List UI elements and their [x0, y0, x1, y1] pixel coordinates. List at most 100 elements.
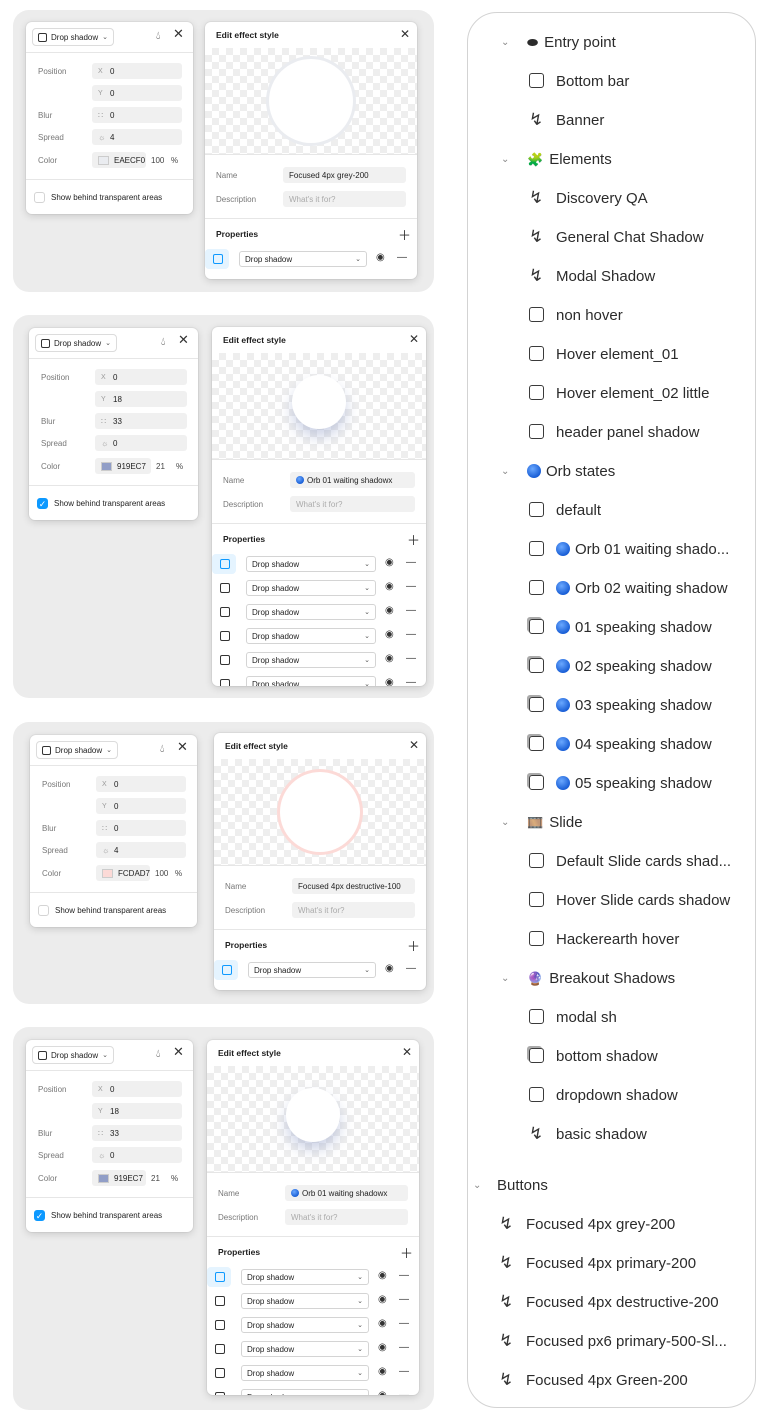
visibility-eye-icon[interactable]: ◉ — [385, 653, 394, 664]
color-swatch[interactable] — [98, 1173, 109, 1183]
add-property-icon[interactable]: ＋ — [407, 530, 420, 549]
remove-minus-icon[interactable]: — — [399, 1366, 409, 1377]
property-type-dropdown[interactable]: Drop shadow⌄ — [246, 652, 376, 668]
style-list-item[interactable]: dropdown shadow — [468, 1083, 755, 1107]
style-list-item[interactable]: ↯ Focused 4px grey-200 — [468, 1212, 755, 1236]
effect-type-dropdown[interactable]: Drop shadow ⌄ — [32, 28, 115, 46]
blur-field[interactable]: ∷ 0 — [96, 820, 186, 836]
opacity-drop-icon[interactable]: 💧︎ — [156, 29, 160, 43]
chevron-down-icon[interactable]: ⌄ — [501, 154, 509, 165]
spread-field[interactable]: ☼ 0 — [95, 435, 187, 451]
remove-minus-icon[interactable]: — — [406, 581, 416, 592]
opacity-drop-icon[interactable]: 💧︎ — [161, 335, 165, 349]
shadow-y-field[interactable]: Y0 — [96, 798, 186, 814]
blur-field[interactable]: ∷ 0 — [92, 107, 182, 123]
drop-shadow-icon[interactable] — [220, 559, 230, 569]
visibility-eye-icon[interactable]: ◉ — [385, 581, 394, 592]
close-icon[interactable]: ✕ — [402, 1045, 412, 1059]
style-description-input[interactable]: What's it for? — [285, 1209, 408, 1225]
close-icon[interactable]: ✕ — [178, 333, 189, 347]
remove-minus-icon[interactable]: — — [406, 629, 416, 640]
remove-minus-icon[interactable]: — — [399, 1294, 409, 1305]
opacity-drop-icon[interactable]: 💧︎ — [160, 742, 164, 756]
color-field[interactable]: 919EC7 — [92, 1170, 146, 1186]
visibility-eye-icon[interactable]: ◉ — [378, 1390, 387, 1395]
effect-type-dropdown[interactable]: Drop shadow ⌄ — [32, 1046, 115, 1064]
property-type-dropdown[interactable]: Drop shadow⌄ — [246, 676, 376, 686]
spread-field[interactable]: ☼ 4 — [96, 842, 186, 858]
property-type-dropdown[interactable]: Drop shadow⌄ — [246, 556, 376, 572]
style-list-item[interactable]: 05 speaking shadow — [468, 771, 755, 795]
close-icon[interactable]: ✕ — [173, 1045, 184, 1059]
blur-field[interactable]: ∷ 33 — [92, 1125, 182, 1141]
drop-shadow-icon[interactable] — [215, 1368, 225, 1378]
visibility-eye-icon[interactable]: ◉ — [385, 605, 394, 616]
shadow-y-field[interactable]: Y0 — [92, 85, 182, 101]
visibility-eye-icon[interactable]: ◉ — [385, 629, 394, 640]
close-icon[interactable]: ✕ — [177, 740, 188, 754]
remove-minus-icon[interactable]: — — [399, 1342, 409, 1353]
show-behind-checkbox[interactable]: ✓ — [37, 498, 48, 509]
style-list-item[interactable]: ↯ Focused 4px destructive-200 — [468, 1290, 755, 1314]
property-type-dropdown[interactable]: Drop shadow⌄ — [241, 1365, 369, 1381]
remove-minus-icon[interactable]: — — [399, 1390, 409, 1395]
remove-minus-icon[interactable]: — — [406, 963, 416, 974]
style-list-item[interactable]: non hover — [468, 303, 755, 327]
style-list-item[interactable]: ↯ Focused 4px Green-200 — [468, 1368, 755, 1392]
drop-shadow-icon[interactable] — [215, 1272, 225, 1282]
add-property-icon[interactable]: ＋ — [398, 225, 411, 244]
style-list-item[interactable]: 01 speaking shadow — [468, 615, 755, 639]
style-name-input[interactable]: Orb 01 waiting shadowx — [285, 1185, 408, 1201]
shadow-x-field[interactable]: X0 — [92, 63, 182, 79]
chevron-down-icon[interactable]: ⌄ — [501, 37, 509, 48]
style-list-item[interactable]: Bottom bar — [468, 69, 755, 93]
style-list-item[interactable]: Hackerearth hover — [468, 927, 755, 951]
style-list-item[interactable]: bottom shadow — [468, 1044, 755, 1068]
drop-shadow-icon[interactable] — [220, 631, 230, 641]
style-list-item[interactable]: Hover Slide cards shadow — [468, 888, 755, 912]
remove-minus-icon[interactable]: — — [406, 557, 416, 568]
visibility-eye-icon[interactable]: ◉ — [378, 1318, 387, 1329]
shadow-y-field[interactable]: Y 18 — [92, 1103, 182, 1119]
style-list-item[interactable]: ↯ General Chat Shadow — [468, 225, 755, 249]
close-icon[interactable]: ✕ — [173, 27, 184, 41]
style-name-input[interactable]: Orb 01 waiting shadowx — [290, 472, 415, 488]
style-list-item[interactable]: Orb 01 waiting shado... — [468, 537, 755, 561]
spread-field[interactable]: ☼ 4 — [92, 129, 182, 145]
chevron-down-icon[interactable]: ⌄ — [501, 466, 509, 477]
style-group-header[interactable]: ⌄ 🔮 Breakout Shadows — [468, 966, 755, 990]
property-type-dropdown[interactable]: Drop shadow⌄ — [241, 1317, 369, 1333]
style-list-item[interactable]: ↯ Focused px6 primary-500-Sl... — [468, 1329, 755, 1353]
style-list-item[interactable]: Default Slide cards shad... — [468, 849, 755, 873]
drop-shadow-icon[interactable] — [213, 254, 223, 264]
property-type-dropdown[interactable]: Drop shadow⌄ — [246, 604, 376, 620]
style-list-item[interactable]: modal sh — [468, 1005, 755, 1029]
style-group-header[interactable]: ⌄ ⬬ Entry point — [468, 30, 755, 54]
style-list-item[interactable]: ↯ basic shadow — [468, 1122, 755, 1146]
chevron-down-icon[interactable]: ⌄ — [501, 973, 509, 984]
effect-type-dropdown[interactable]: Drop shadow ⌄ — [36, 741, 119, 759]
property-type-dropdown[interactable]: Drop shadow⌄ — [239, 251, 367, 267]
close-icon[interactable]: ✕ — [409, 738, 419, 752]
drop-shadow-icon[interactable] — [215, 1392, 225, 1395]
drop-shadow-icon[interactable] — [215, 1344, 225, 1354]
visibility-eye-icon[interactable]: ◉ — [385, 677, 394, 686]
remove-minus-icon[interactable]: — — [406, 653, 416, 664]
style-name-input[interactable]: Focused 4px destructive-100 — [292, 878, 415, 894]
drop-shadow-icon[interactable] — [220, 607, 230, 617]
color-swatch[interactable] — [102, 868, 113, 878]
color-field[interactable]: FCDAD7 — [96, 865, 150, 881]
style-group-header[interactable]: ⌄ Buttons — [468, 1173, 755, 1197]
color-swatch[interactable] — [98, 155, 109, 165]
chevron-down-icon[interactable]: ⌄ — [501, 817, 509, 828]
shadow-y-field[interactable]: Y 18 — [95, 391, 187, 407]
color-swatch[interactable] — [101, 461, 112, 471]
style-list-item[interactable]: header panel shadow — [468, 420, 755, 444]
visibility-eye-icon[interactable]: ◉ — [378, 1294, 387, 1305]
visibility-eye-icon[interactable]: ◉ — [378, 1270, 387, 1281]
property-type-dropdown[interactable]: Drop shadow⌄ — [246, 580, 376, 596]
visibility-eye-icon[interactable]: ◉ — [376, 252, 385, 263]
style-description-input[interactable]: What's it for? — [292, 902, 415, 918]
style-list-item[interactable]: ↯ Discovery QA — [468, 186, 755, 210]
drop-shadow-icon[interactable] — [215, 1320, 225, 1330]
